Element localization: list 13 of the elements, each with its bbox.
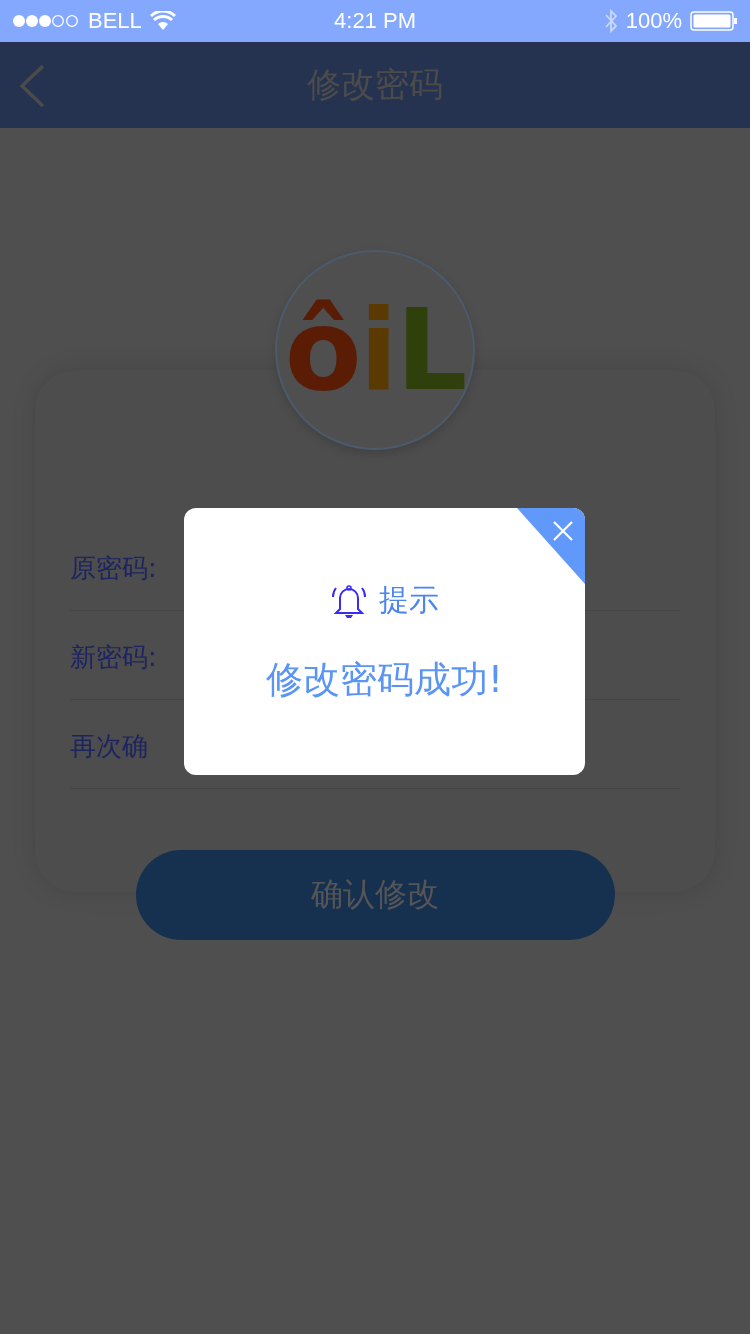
bluetooth-icon [603,8,618,34]
confirm-button[interactable]: 确认修改 [135,850,615,940]
success-message: 修改密码成功! [266,657,503,703]
close-icon [553,521,573,541]
clock-time: 4:21 PM [334,8,416,34]
dialog-title: 提示 [378,581,439,619]
logo-text: ôiL [284,294,466,406]
signal-icon [12,14,80,28]
battery-icon [690,11,738,31]
wifi-icon [149,11,176,31]
carrier-name: BELL [88,8,142,34]
battery-percent: 100% [625,8,682,34]
back-icon[interactable] [18,64,46,108]
